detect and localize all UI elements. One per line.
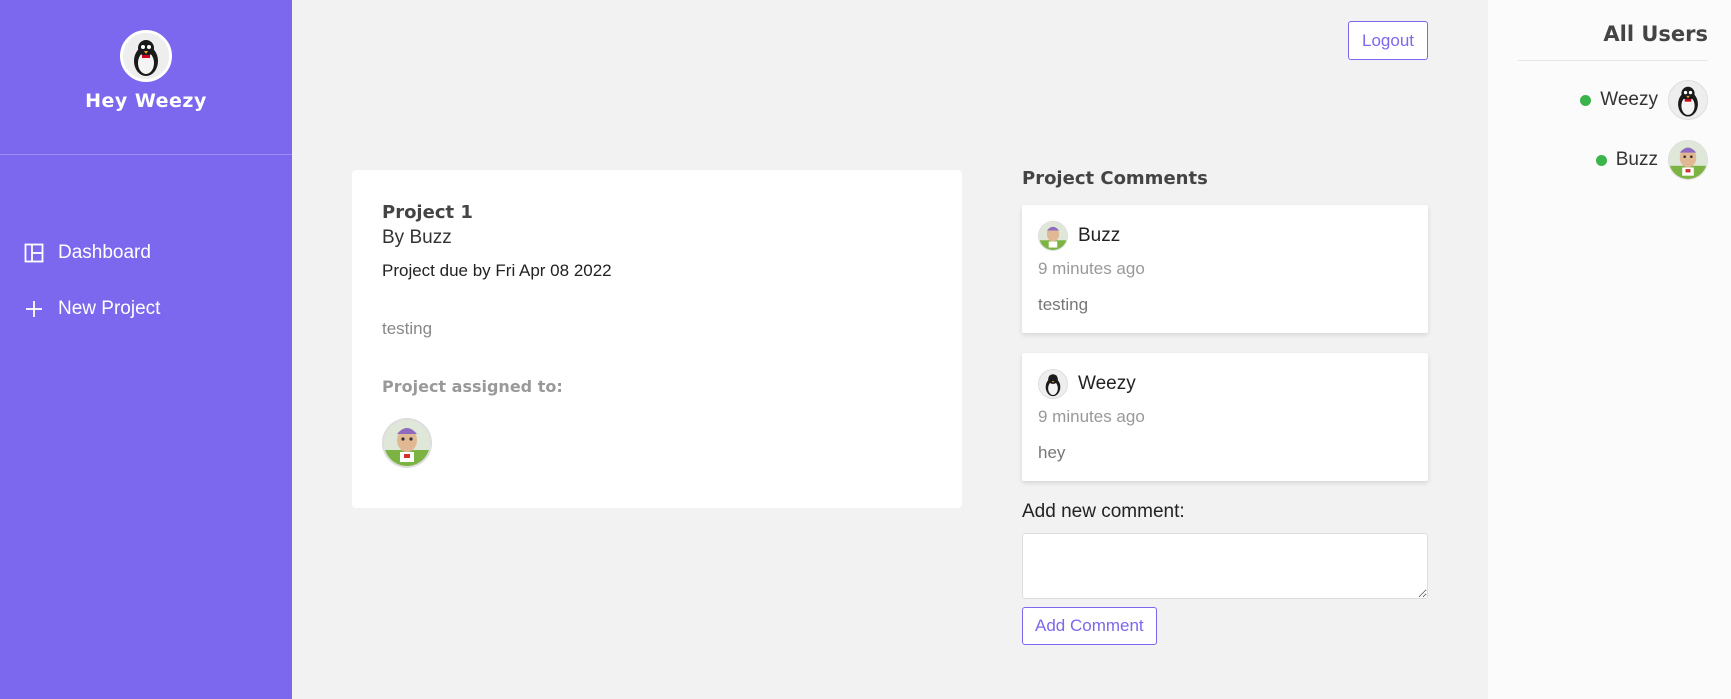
sidebar: Hey Weezy Dashboard New Project bbox=[0, 0, 292, 699]
user-list-item[interactable]: Weezy bbox=[1518, 79, 1708, 121]
user-list-item[interactable]: Buzz bbox=[1518, 139, 1708, 181]
user-name: Buzz bbox=[1615, 149, 1658, 170]
comments-title: Project Comments bbox=[1022, 168, 1208, 189]
sidebar-item-label: Dashboard bbox=[58, 242, 151, 263]
add-comment-label: Add new comment: bbox=[1022, 501, 1185, 522]
sidebar-item-label: New Project bbox=[58, 298, 161, 319]
user-name: Weezy bbox=[1600, 89, 1658, 110]
sidebar-user: Hey Weezy bbox=[0, 0, 292, 155]
penguin-avatar-icon bbox=[123, 33, 169, 79]
comment-text: testing bbox=[1038, 295, 1089, 314]
project-description: testing bbox=[382, 319, 433, 338]
sidebar-greeting: Hey Weezy bbox=[85, 90, 207, 112]
online-status-icon bbox=[1580, 94, 1592, 106]
comment-text: hey bbox=[1038, 443, 1066, 462]
comment-author: Buzz bbox=[1078, 225, 1121, 246]
user-avatar bbox=[1668, 140, 1708, 180]
project-card: Project 1 By Buzz Project due by Fri Apr… bbox=[352, 170, 962, 508]
buzz-avatar-icon bbox=[384, 420, 430, 466]
sidebar-item-new-project[interactable]: New Project bbox=[0, 291, 292, 327]
add-comment-button[interactable]: Add Comment bbox=[1022, 607, 1157, 645]
comment-item: Weezy 9 minutes ago hey bbox=[1022, 353, 1428, 481]
buzz-avatar-icon bbox=[1039, 222, 1067, 250]
comment-avatar bbox=[1038, 221, 1068, 251]
comment-item: Buzz 9 minutes ago testing bbox=[1022, 205, 1428, 333]
online-status-icon bbox=[1595, 154, 1607, 166]
user-avatar bbox=[120, 30, 172, 82]
assigned-label: Project assigned to: bbox=[382, 377, 563, 396]
penguin-avatar-icon bbox=[1669, 81, 1707, 119]
project-title: Project 1 bbox=[382, 202, 473, 223]
assigned-user-avatar bbox=[382, 418, 432, 468]
buzz-avatar-icon bbox=[1669, 141, 1707, 179]
comment-avatar bbox=[1038, 369, 1068, 399]
comment-time: 9 minutes ago bbox=[1038, 407, 1145, 426]
user-avatar bbox=[1668, 80, 1708, 120]
sidebar-nav: Dashboard New Project bbox=[0, 235, 292, 327]
project-author: By Buzz bbox=[382, 227, 452, 248]
sidebar-item-dashboard[interactable]: Dashboard bbox=[0, 235, 292, 271]
comment-header: Weezy bbox=[1038, 369, 1412, 399]
comment-header: Buzz bbox=[1038, 221, 1412, 251]
project-due-date: Project due by Fri Apr 08 2022 bbox=[382, 261, 612, 280]
plus-icon bbox=[26, 301, 42, 317]
dashboard-icon bbox=[24, 243, 44, 263]
comment-author: Weezy bbox=[1078, 373, 1136, 394]
comment-textarea[interactable] bbox=[1022, 533, 1428, 599]
users-title: All Users bbox=[1518, 22, 1708, 61]
penguin-avatar-icon bbox=[1039, 370, 1067, 398]
logout-button[interactable]: Logout bbox=[1348, 21, 1428, 60]
comments-section: Project Comments Buzz 9 minutes ago test… bbox=[1022, 168, 1428, 645]
users-panel: All Users Weezy Buzz bbox=[1488, 0, 1731, 699]
comment-time: 9 minutes ago bbox=[1038, 259, 1145, 278]
